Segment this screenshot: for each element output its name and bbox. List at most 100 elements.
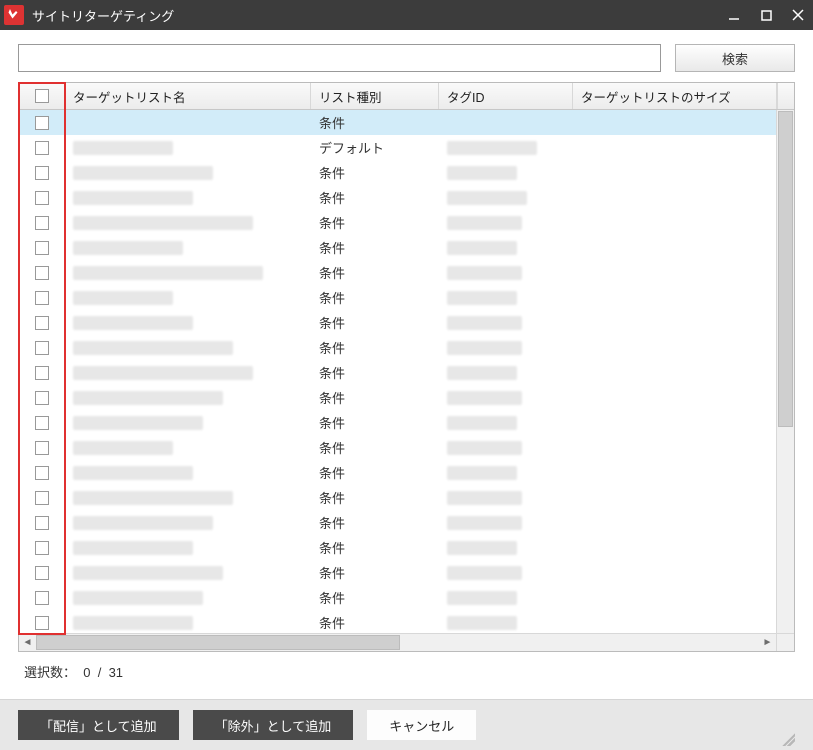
table-row[interactable]: 条件 xyxy=(19,510,776,535)
row-size-cell xyxy=(573,585,776,610)
search-row: 検索 xyxy=(18,44,795,72)
row-name-cell xyxy=(65,460,311,485)
table-row[interactable]: 条件 xyxy=(19,110,776,135)
row-checkbox[interactable] xyxy=(35,316,49,330)
select-all-checkbox[interactable] xyxy=(35,89,49,103)
app-icon xyxy=(4,5,24,25)
row-size-cell xyxy=(573,510,776,535)
row-size-cell xyxy=(573,560,776,585)
row-checkbox[interactable] xyxy=(35,516,49,530)
row-size-cell xyxy=(573,385,776,410)
row-name-cell xyxy=(65,485,311,510)
table-row[interactable]: 条件 xyxy=(19,160,776,185)
row-checkbox[interactable] xyxy=(35,416,49,430)
row-checkbox[interactable] xyxy=(35,241,49,255)
row-checkbox-cell xyxy=(19,260,65,285)
row-tag-id-cell xyxy=(439,235,573,260)
add-as-exclude-button[interactable]: 「除外」として追加 xyxy=(193,710,354,740)
horizontal-scrollbar-track[interactable] xyxy=(36,634,759,651)
header-tag-id[interactable]: タグID xyxy=(439,83,573,109)
status-separator: / xyxy=(98,665,102,680)
table-row[interactable]: 条件 xyxy=(19,335,776,360)
scroll-left-arrow-icon[interactable]: ◄ xyxy=(19,634,36,651)
add-as-delivery-button[interactable]: 「配信」として追加 xyxy=(18,710,179,740)
redacted-text xyxy=(447,616,517,630)
row-size-cell xyxy=(573,310,776,335)
table-row[interactable]: 条件 xyxy=(19,535,776,560)
redacted-text xyxy=(73,291,173,305)
status-selected-count: 0 xyxy=(83,665,90,680)
header-size[interactable]: ターゲットリストのサイズ xyxy=(573,83,777,109)
table-row[interactable]: 条件 xyxy=(19,235,776,260)
row-checkbox-cell xyxy=(19,310,65,335)
row-name-cell xyxy=(65,610,311,633)
table-row[interactable]: 条件 xyxy=(19,210,776,235)
row-checkbox[interactable] xyxy=(35,291,49,305)
maximize-button[interactable] xyxy=(757,6,775,24)
resize-grip-icon[interactable] xyxy=(779,730,795,746)
table-row[interactable]: 条件 xyxy=(19,310,776,335)
table-row[interactable]: 条件 xyxy=(19,410,776,435)
row-checkbox[interactable] xyxy=(35,466,49,480)
row-tag-id-cell xyxy=(439,560,573,585)
horizontal-scrollbar-thumb[interactable] xyxy=(36,635,400,650)
close-icon xyxy=(791,8,805,22)
horizontal-scrollbar[interactable]: ◄ ► xyxy=(19,633,794,651)
row-checkbox-cell xyxy=(19,485,65,510)
table-row[interactable]: 条件 xyxy=(19,285,776,310)
table-row[interactable]: デフォルト xyxy=(19,135,776,160)
row-type-cell: 条件 xyxy=(311,110,439,135)
scroll-right-arrow-icon[interactable]: ► xyxy=(759,634,776,651)
search-button[interactable]: 検索 xyxy=(675,44,795,72)
row-checkbox[interactable] xyxy=(35,491,49,505)
table-row[interactable]: 条件 xyxy=(19,435,776,460)
table-row[interactable]: 条件 xyxy=(19,560,776,585)
row-tag-id-cell xyxy=(439,310,573,335)
row-checkbox-cell xyxy=(19,285,65,310)
row-checkbox[interactable] xyxy=(35,141,49,155)
table-row[interactable]: 条件 xyxy=(19,585,776,610)
row-checkbox[interactable] xyxy=(35,366,49,380)
row-checkbox[interactable] xyxy=(35,591,49,605)
cancel-button[interactable]: キャンセル xyxy=(367,710,476,740)
row-checkbox-cell xyxy=(19,160,65,185)
table-row[interactable]: 条件 xyxy=(19,460,776,485)
row-tag-id-cell xyxy=(439,485,573,510)
redacted-text xyxy=(447,316,522,330)
row-checkbox[interactable] xyxy=(35,541,49,555)
row-type-cell: 条件 xyxy=(311,610,439,633)
redacted-text xyxy=(73,466,193,480)
row-checkbox-cell xyxy=(19,585,65,610)
row-checkbox[interactable] xyxy=(35,616,49,630)
row-checkbox[interactable] xyxy=(35,441,49,455)
row-checkbox[interactable] xyxy=(35,216,49,230)
row-checkbox-cell xyxy=(19,410,65,435)
search-input[interactable] xyxy=(18,44,661,72)
redacted-text xyxy=(73,566,223,580)
row-checkbox[interactable] xyxy=(35,391,49,405)
minimize-button[interactable] xyxy=(725,6,743,24)
table-row[interactable]: 条件 xyxy=(19,360,776,385)
table-row[interactable]: 条件 xyxy=(19,385,776,410)
table-row[interactable]: 条件 xyxy=(19,185,776,210)
row-checkbox[interactable] xyxy=(35,341,49,355)
vertical-scrollbar[interactable] xyxy=(776,110,794,633)
row-type-cell: 条件 xyxy=(311,335,439,360)
table-row[interactable]: 条件 xyxy=(19,485,776,510)
header-name[interactable]: ターゲットリスト名 xyxy=(65,83,311,109)
row-checkbox[interactable] xyxy=(35,191,49,205)
row-tag-id-cell xyxy=(439,360,573,385)
row-tag-id-cell xyxy=(439,410,573,435)
redacted-text xyxy=(73,541,193,555)
redacted-text xyxy=(73,491,233,505)
row-checkbox[interactable] xyxy=(35,116,49,130)
row-checkbox[interactable] xyxy=(35,266,49,280)
table-row[interactable]: 条件 xyxy=(19,610,776,633)
vertical-scrollbar-thumb[interactable] xyxy=(778,111,793,427)
redacted-text xyxy=(447,241,517,255)
row-checkbox[interactable] xyxy=(35,166,49,180)
header-type[interactable]: リスト種別 xyxy=(311,83,439,109)
table-row[interactable]: 条件 xyxy=(19,260,776,285)
close-button[interactable] xyxy=(789,6,807,24)
row-checkbox[interactable] xyxy=(35,566,49,580)
